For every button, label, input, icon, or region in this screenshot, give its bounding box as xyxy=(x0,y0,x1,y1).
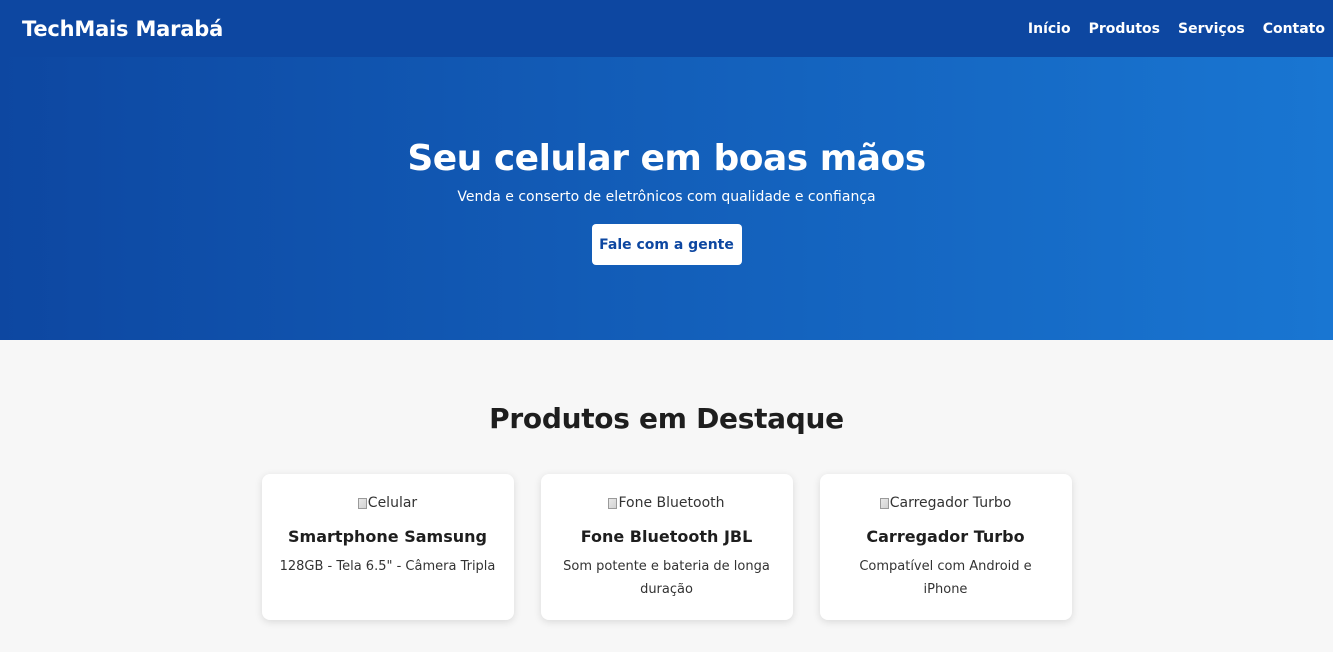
hero-section: Seu celular em boas mãos Venda e consert… xyxy=(0,57,1333,340)
hero-subtitle: Venda e conserto de eletrônicos com qual… xyxy=(457,189,876,205)
site-logo[interactable]: TechMais Marabá xyxy=(22,17,223,41)
product-image-alt: Carregador Turbo xyxy=(889,495,1012,511)
product-card: Celular Smartphone Samsung 128GB - Tela … xyxy=(261,474,514,620)
product-name: Fone Bluetooth JBL xyxy=(580,527,753,546)
product-card: Fone Bluetooth Fone Bluetooth JBL Som po… xyxy=(540,474,793,620)
main-nav: Início Produtos Serviços Contato xyxy=(1028,21,1325,37)
product-image-alt: Fone Bluetooth xyxy=(618,495,725,511)
broken-image-icon xyxy=(608,497,618,509)
product-image: Celular xyxy=(357,494,418,512)
nav-link-produtos[interactable]: Produtos xyxy=(1089,21,1160,37)
product-card: Carregador Turbo Carregador Turbo Compat… xyxy=(819,474,1072,620)
section-title: Produtos em Destaque xyxy=(489,402,844,435)
product-description: Som potente e bateria de longa duração xyxy=(563,559,770,597)
contact-cta-button[interactable]: Fale com a gente xyxy=(591,224,742,265)
product-image: Fone Bluetooth xyxy=(608,494,725,512)
product-description: Compatível com Android e iPhone xyxy=(859,559,1032,597)
nav-link-servicos[interactable]: Serviços xyxy=(1178,21,1245,37)
product-card-list: Celular Smartphone Samsung 128GB - Tela … xyxy=(261,474,1072,620)
product-description: 128GB - Tela 6.5" - Câmera Tripla xyxy=(279,559,496,574)
nav-link-contato[interactable]: Contato xyxy=(1263,21,1325,37)
product-name: Smartphone Samsung xyxy=(288,527,487,546)
featured-products-section: Produtos em Destaque Celular Smartphone … xyxy=(0,340,1333,620)
broken-image-icon xyxy=(357,497,367,509)
product-image: Carregador Turbo xyxy=(879,494,1012,512)
site-header: TechMais Marabá Início Produtos Serviços… xyxy=(0,0,1333,57)
product-image-alt: Celular xyxy=(367,495,418,511)
broken-image-icon xyxy=(879,497,889,509)
nav-link-inicio[interactable]: Início xyxy=(1028,21,1071,37)
hero-title: Seu celular em boas mãos xyxy=(407,138,926,179)
product-name: Carregador Turbo xyxy=(866,527,1025,546)
